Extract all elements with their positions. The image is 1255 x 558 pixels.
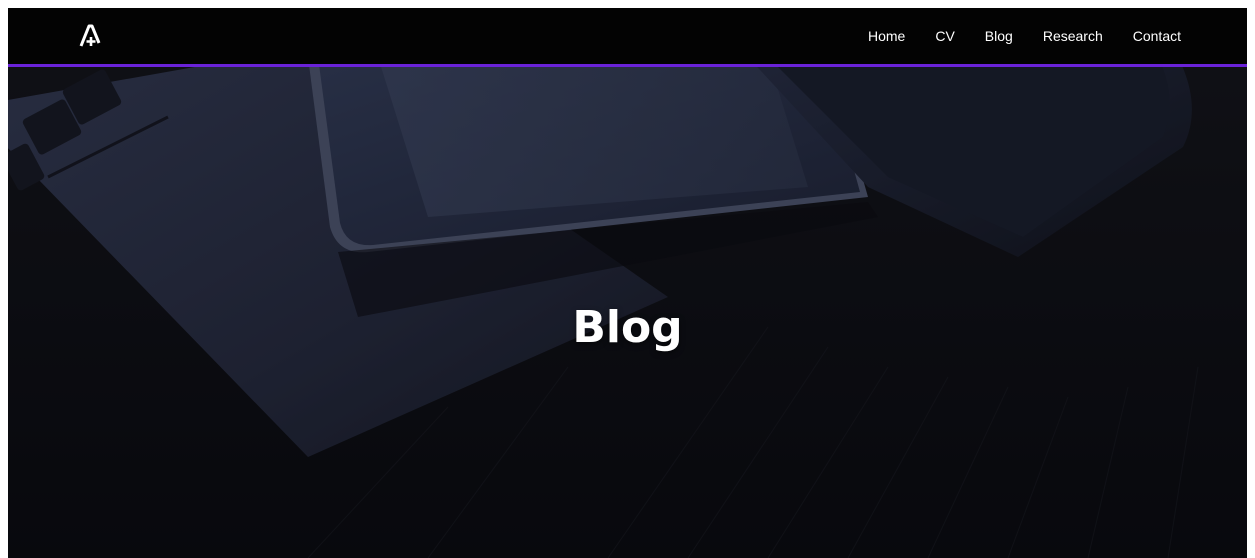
nav-links: Home CV Blog Research Contact <box>868 8 1181 64</box>
hero-banner: Blog <box>8 67 1247 558</box>
nav-link-contact[interactable]: Contact <box>1133 28 1181 44</box>
nav-link-research[interactable]: Research <box>1043 28 1103 44</box>
nav-link-blog[interactable]: Blog <box>985 28 1013 44</box>
page-title: Blog <box>572 302 683 354</box>
navbar: Home CV Blog Research Contact <box>8 8 1247 67</box>
nav-link-cv[interactable]: CV <box>935 28 954 44</box>
a-plus-logo-icon[interactable] <box>78 23 104 49</box>
page-frame: Home CV Blog Research Contact Blog <box>8 8 1247 558</box>
nav-link-home[interactable]: Home <box>868 28 905 44</box>
